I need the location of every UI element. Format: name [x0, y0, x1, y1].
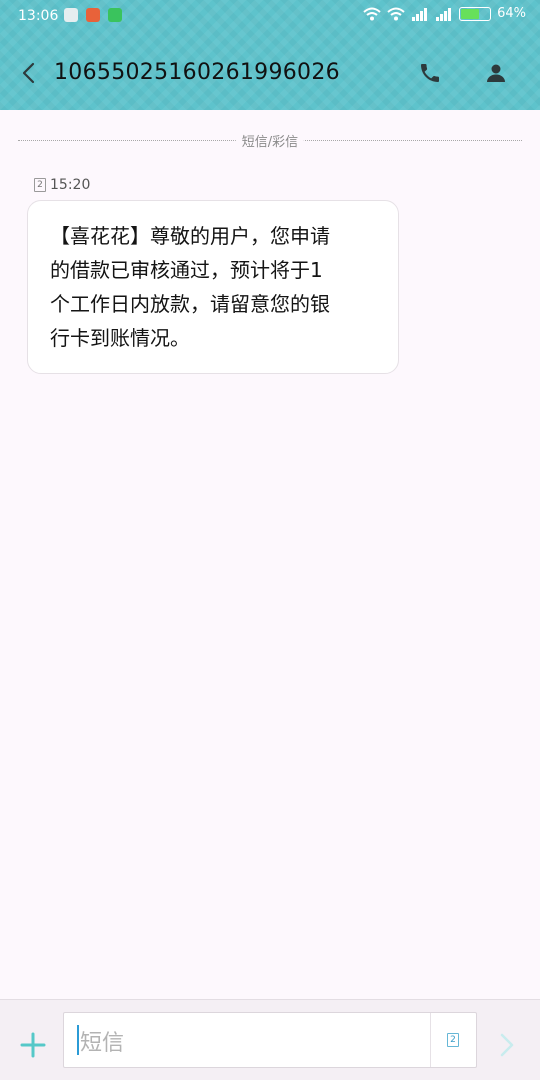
message-text: 【喜花花】尊敬的用户，您申请 的借款已审核通过，预计将于1 个工作日内放款，请留… — [50, 224, 330, 350]
message-time: 15:20 — [50, 177, 91, 193]
wifi-icon — [387, 7, 405, 20]
sim-select-icon[interactable]: 2 — [447, 1033, 459, 1047]
sim-icon: 2 — [34, 178, 46, 192]
plus-icon[interactable] — [20, 1032, 46, 1058]
send-icon[interactable] — [496, 1032, 518, 1058]
message-bubble[interactable]: 【喜花花】尊敬的用户，您申请 的借款已审核通过，预计将于1 个工作日内放款，请留… — [27, 200, 399, 374]
notification-icon — [108, 8, 122, 22]
notification-icon — [86, 8, 100, 22]
battery-percent: 64% — [497, 6, 526, 21]
divider-label: 短信/彩信 — [235, 131, 305, 150]
status-indicators: 64% — [363, 6, 526, 21]
message-meta: 2 15:20 — [34, 177, 90, 193]
message-input[interactable]: 短信 2 — [63, 1012, 477, 1068]
composer-bar: 短信 2 — [0, 999, 540, 1080]
signal-icon — [436, 7, 452, 21]
battery-icon — [459, 6, 492, 21]
status-time: 13:06 — [18, 8, 59, 24]
text-caret — [77, 1025, 79, 1055]
status-bar: 13:06 64% — [0, 0, 540, 32]
input-divider — [430, 1013, 431, 1067]
signal-icon — [412, 7, 428, 21]
phone-icon[interactable] — [418, 60, 442, 86]
contact-icon[interactable] — [484, 60, 508, 86]
chevron-left-icon[interactable] — [18, 62, 40, 84]
message-type-divider: 短信/彩信 — [18, 130, 522, 150]
conversation-title: 10655025160261996026 — [54, 60, 340, 85]
notification-icon — [64, 8, 78, 22]
toolbar: 10655025160261996026 — [0, 40, 540, 110]
input-placeholder: 短信 — [80, 1031, 125, 1056]
wifi-icon — [363, 7, 381, 20]
header: 13:06 64% 10655025160261996026 — [0, 0, 540, 110]
